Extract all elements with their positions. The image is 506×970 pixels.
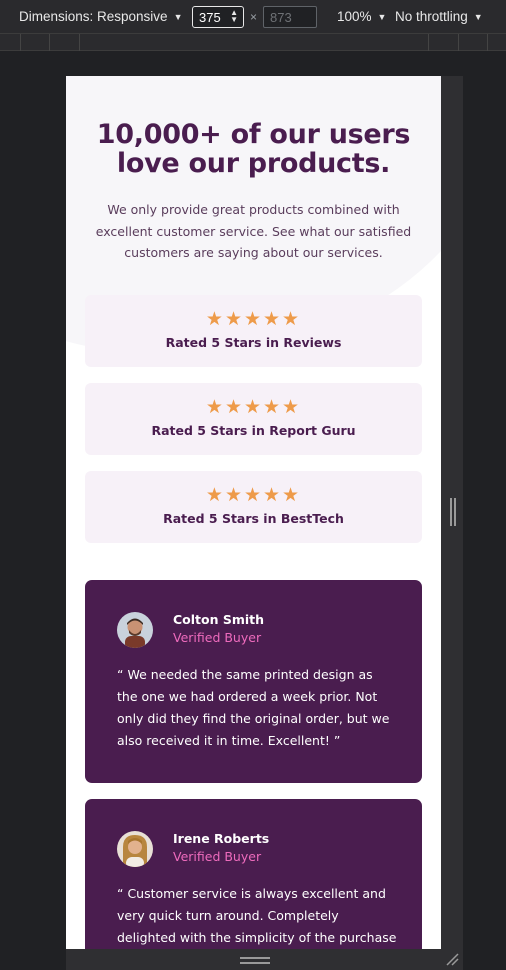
ruler-segment[interactable] — [428, 34, 429, 51]
rating-card: ★★★★★ Rated 5 Stars in Report Guru — [85, 383, 422, 455]
zoom-label: 100% — [337, 9, 372, 24]
ruler-segment[interactable] — [487, 34, 488, 51]
throttling-label: No throttling — [395, 9, 468, 24]
reviewer-name: Irene Roberts — [173, 831, 270, 846]
ruler-segment[interactable] — [20, 34, 21, 51]
media-query-ruler[interactable] — [0, 33, 506, 51]
rating-label: Rated 5 Stars in Reviews — [165, 335, 342, 350]
bottom-grip-icon[interactable] — [240, 957, 270, 964]
rating-label: Rated 5 Stars in BestTech — [163, 511, 344, 526]
reviewer-name: Colton Smith — [173, 612, 265, 627]
ruler-segment[interactable] — [79, 34, 80, 51]
page-title: 10,000+ of our users love our products. — [66, 120, 441, 178]
corner-resize-icon[interactable] — [445, 952, 459, 966]
height-placeholder: 873 — [270, 10, 292, 25]
ruler-segment[interactable] — [458, 34, 459, 51]
five-stars-icon: ★★★★★ — [205, 308, 302, 330]
testimonial-card: Colton Smith Verified Buyer “ We needed … — [85, 580, 422, 783]
resize-handle-icon[interactable] — [450, 498, 456, 526]
times-separator: × — [250, 10, 258, 24]
caret-down-icon: ▼ — [473, 12, 483, 22]
testimonial-quote: “ Customer service is always excellent a… — [117, 886, 397, 945]
height-input[interactable]: 873 — [263, 6, 317, 28]
throttling-dropdown[interactable]: No throttling ▼ — [395, 9, 483, 24]
rating-card: ★★★★★ Rated 5 Stars in BestTech — [85, 471, 422, 543]
zoom-dropdown[interactable]: 100% ▼ — [337, 9, 386, 24]
rating-card: ★★★★★ Rated 5 Stars in Reviews — [85, 295, 422, 367]
five-stars-icon: ★★★★★ — [205, 396, 302, 418]
dimensions-label: Dimensions: Responsive — [19, 9, 168, 24]
ruler-segment[interactable] — [49, 34, 50, 51]
width-value: 375 — [199, 10, 221, 25]
avatar — [117, 612, 153, 648]
avatar — [117, 831, 153, 867]
page-viewport: 10,000+ of our users love our products. … — [66, 76, 441, 949]
dimensions-dropdown[interactable]: Dimensions: Responsive ▼ — [19, 9, 183, 24]
caret-down-icon: ▼ — [377, 12, 387, 22]
caret-down-icon: ▼ — [173, 12, 183, 22]
devtools-device-toolbar: Dimensions: Responsive ▼ 375 ▲ ▼ × 873 100… — [0, 0, 506, 33]
intro-text: We only provide great products combined … — [95, 202, 412, 260]
headline-line-2: love our products. — [116, 148, 391, 179]
headline-line-1: 10,000+ of our users — [96, 119, 411, 150]
width-input[interactable]: 375 ▲ ▼ — [192, 6, 244, 28]
rating-label: Rated 5 Stars in Report Guru — [151, 423, 356, 438]
five-stars-icon: ★★★★★ — [205, 484, 302, 506]
verified-buyer-badge: Verified Buyer — [173, 849, 262, 864]
testimonial-card: Irene Roberts Verified Buyer “ Customer … — [85, 799, 422, 949]
testimonial-quote: “ We needed the same printed design as t… — [117, 667, 390, 748]
spinner-icon[interactable]: ▲ ▼ — [230, 9, 238, 24]
verified-buyer-badge: Verified Buyer — [173, 630, 262, 645]
